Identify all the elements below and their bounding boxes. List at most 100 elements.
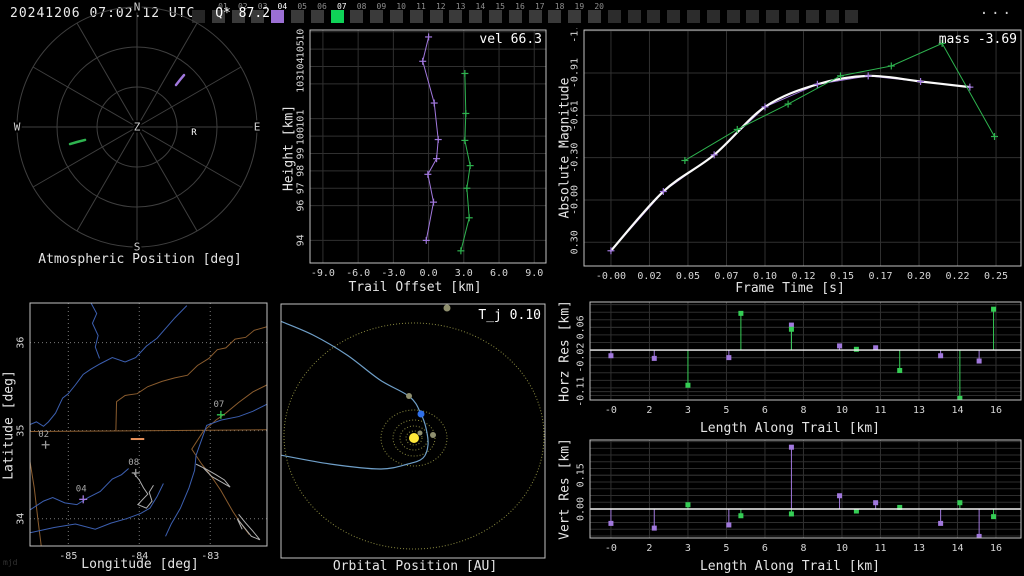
station-box-05[interactable]: 05 [291, 3, 307, 23]
mass-value: mass -3.69 [938, 32, 1017, 47]
svg-text:0.00: 0.00 [576, 497, 587, 521]
svg-text:94: 94 [296, 234, 307, 246]
tisserand-value: T_j 0.10 [478, 308, 541, 323]
svg-text:6: 6 [762, 405, 768, 416]
panel-horizontal-residuals: -0 2 3 5 6 8 10 11 13 14 16 0.06 -0.02 -0.11 Length A… [556, 298, 1024, 438]
svg-text:105: 105 [296, 40, 307, 58]
svg-text:-3.0: -3.0 [381, 268, 405, 279]
station-box-06[interactable]: 06 [310, 3, 327, 23]
station-box-18[interactable]: 18 [548, 3, 564, 23]
station-box-08[interactable]: 08 [350, 3, 366, 23]
station-box-12[interactable]: 12 [429, 3, 446, 23]
svg-text:106: 106 [296, 28, 307, 41]
svg-text:35: 35 [16, 425, 27, 437]
vert-res-ylabel: Vert Res [km] [557, 438, 573, 540]
svg-text:Z: Z [134, 121, 141, 134]
svg-text:-0: -0 [605, 405, 617, 416]
meteor-analysis-window: 20241206 07:02:12 UTC 01 02 03 04 05 06 07 08 09… [0, 0, 1024, 576]
station-box-empty[interactable] [687, 10, 700, 23]
svg-text:6.0: 6.0 [490, 268, 508, 279]
svg-text:2: 2 [646, 543, 652, 554]
svg-text:-6.0: -6.0 [346, 268, 370, 279]
svg-text:0.15: 0.15 [576, 463, 587, 487]
station-box-empty[interactable] [805, 10, 819, 23]
station-box-empty[interactable] [607, 10, 621, 23]
svg-text:11: 11 [874, 405, 886, 416]
station-box-empty[interactable] [726, 10, 740, 23]
station-box-empty[interactable] [786, 10, 799, 23]
station-box-empty[interactable] [746, 10, 760, 23]
svg-text:W: W [14, 121, 21, 134]
horz-res-xlabel: Length Along Trail [km] [699, 421, 880, 436]
svg-text:6: 6 [762, 543, 768, 554]
station-box-20[interactable]: 20 [588, 3, 604, 23]
station-box-11[interactable]: 11 [409, 3, 426, 23]
svg-text:-0: -0 [605, 543, 617, 554]
trail-offset-plot: -9.0 -6.0 -3.0 0.0 3.0 6.0 9.0 94 96 97 98 99 100101… [296, 28, 547, 279]
map-xlabel: Longitude [deg] [81, 557, 199, 572]
station-box-empty[interactable] [667, 10, 681, 23]
svg-text:E: E [254, 121, 261, 134]
svg-text:103: 103 [296, 75, 307, 93]
orbit-diagram [280, 303, 546, 559]
station-box-empty[interactable] [825, 10, 839, 23]
svg-text:10: 10 [836, 543, 848, 554]
svg-text:02: 02 [38, 430, 49, 440]
station-box-19[interactable]: 19 [568, 3, 584, 23]
svg-text:101: 101 [296, 110, 307, 128]
station-box-empty[interactable] [706, 10, 720, 23]
svg-text:5: 5 [723, 543, 729, 554]
svg-text:R: R [191, 128, 197, 138]
trail-offset-ylabel: Height [km] [281, 104, 297, 192]
map-ylabel: Latitude [deg] [1, 370, 17, 480]
atmospheric-polar-plot: NSW EZ R [12, 0, 263, 256]
vert-res-plot: -0 2 3 5 6 8 10 11 13 14 16 0.15 0.00 [576, 439, 1022, 554]
overflow-menu-icon[interactable]: ... [980, 2, 1014, 18]
panel-ground-map: 02 04 07 08 -85 -84 -83 36 35 34 Longitude [deg] … [0, 298, 280, 576]
panel-trail-offset: -9.0 -6.0 -3.0 0.0 3.0 6.0 9.0 94 96 97 98 99 100 101… [280, 28, 550, 298]
svg-text:10: 10 [836, 405, 848, 416]
station-box-empty[interactable] [845, 10, 859, 23]
svg-text:14: 14 [951, 405, 963, 416]
station-box-09[interactable]: 09 [370, 3, 386, 23]
trail-offset-xlabel: Trail Offset [km] [348, 280, 482, 295]
panel-atmospheric-position: NSWEZR Q* 87.2 Atmospheric Position [deg… [0, 0, 280, 270]
svg-text:97: 97 [296, 182, 307, 194]
svg-text:8: 8 [800, 405, 806, 416]
svg-text:2: 2 [646, 405, 652, 416]
svg-text:9.0: 9.0 [525, 268, 543, 279]
station-box-empty[interactable] [627, 10, 641, 23]
station-box-16[interactable]: 16 [508, 3, 525, 23]
panel-vertical-residuals: -0 2 3 5 6 8 10 11 13 14 16 0.15 0.00 Length Along T… [556, 436, 1024, 576]
svg-text:13: 13 [913, 405, 925, 416]
svg-text:-0.02: -0.02 [576, 343, 587, 373]
station-box-15[interactable]: 15 [489, 3, 505, 23]
svg-text:11: 11 [874, 543, 886, 554]
svg-text:13: 13 [913, 543, 925, 554]
station-box-07[interactable]: 07 [330, 3, 347, 23]
panel-orbital-position: T_j 0.10 Orbital Position [AU] [280, 298, 550, 576]
station-box-13[interactable]: 13 [449, 3, 465, 23]
svg-text:-1.2: -1.2 [570, 28, 581, 43]
station-box-17[interactable]: 17 [528, 3, 545, 23]
svg-text:0.30: 0.30 [570, 230, 581, 254]
svg-text:100: 100 [296, 127, 307, 145]
station-box-empty[interactable] [647, 10, 661, 23]
velocity-value: vel 66.3 [479, 32, 542, 47]
svg-text:04: 04 [76, 484, 87, 494]
svg-text:34: 34 [16, 513, 27, 525]
svg-text:3: 3 [685, 405, 691, 416]
station-box-10[interactable]: 10 [390, 3, 406, 23]
station-box-14[interactable]: 14 [469, 3, 485, 23]
station-box-empty[interactable] [766, 10, 780, 23]
svg-text:36: 36 [16, 337, 27, 349]
svg-text:08: 08 [128, 458, 139, 468]
vert-res-xlabel: Length Along Trail [km] [699, 559, 880, 574]
svg-text:-0.11: -0.11 [576, 377, 587, 407]
svg-text:07: 07 [213, 400, 224, 410]
atmospheric-title: Atmospheric Position [deg] [38, 252, 242, 267]
station-toggle-row: 01 02 03 04 05 06 07 08 09 10 11 12 13 14 15 16 17 18 19 20 [192, 0, 892, 28]
svg-text:16: 16 [990, 543, 1002, 554]
svg-text:3: 3 [685, 543, 691, 554]
svg-text:0.06: 0.06 [576, 315, 587, 339]
